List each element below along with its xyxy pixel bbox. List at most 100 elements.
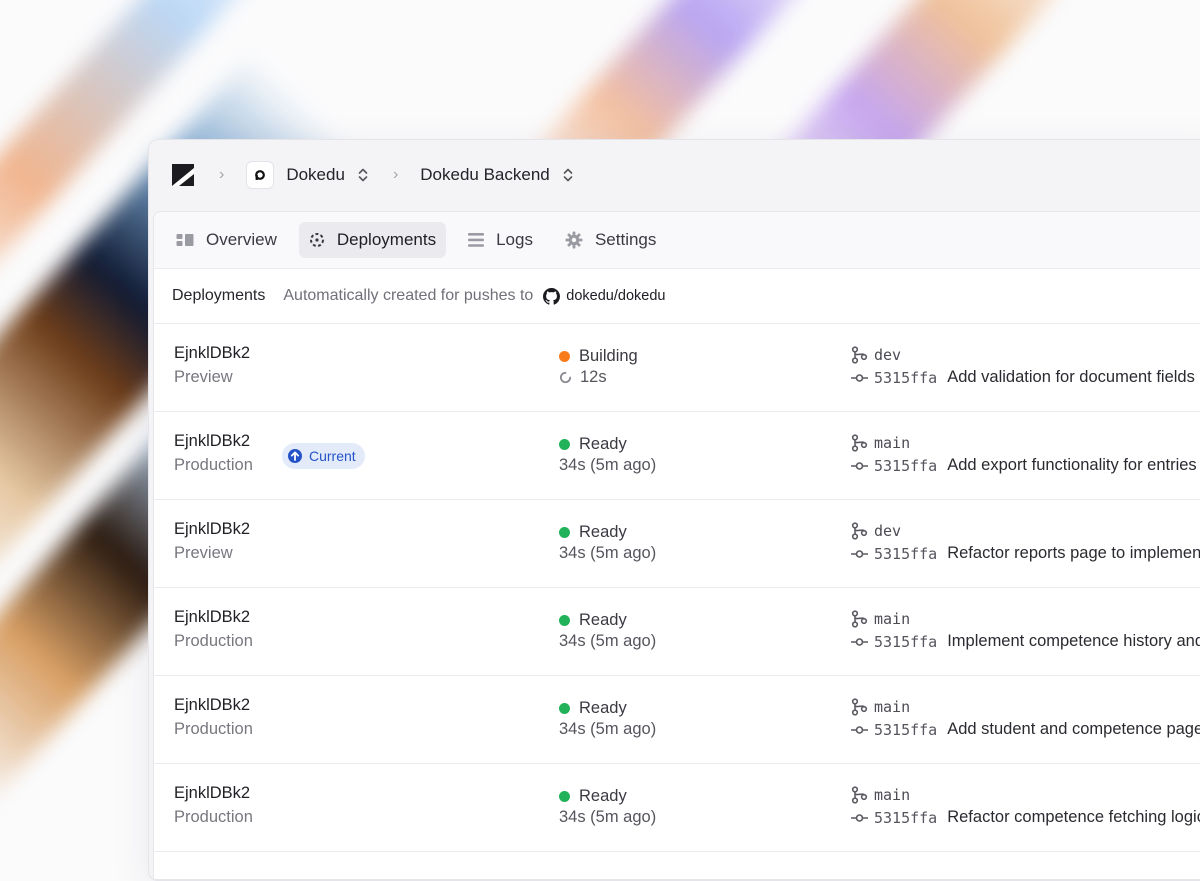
branch-name[interactable]: dev	[874, 346, 901, 364]
tab-logs[interactable]: Logs	[458, 222, 543, 258]
duration: 34s (5m ago)	[559, 632, 657, 650]
commit-message: Refactor competence fetching logic	[947, 808, 1200, 826]
deployment-status: Ready 34s (5m ago)	[559, 608, 656, 651]
chevron-right-icon: ›	[219, 166, 225, 183]
commit-sha[interactable]: 5315ffa	[874, 369, 937, 387]
branch-name[interactable]: dev	[874, 522, 901, 540]
tab-deployments[interactable]: Deployments	[298, 222, 447, 258]
project-selector[interactable]: Dokedu Backend	[420, 165, 549, 185]
git-branch-icon	[851, 346, 868, 364]
chevron-right-icon: ›	[392, 166, 399, 183]
deployment-status: Ready 34s (5m ago)	[559, 520, 656, 563]
tab-label: Overview	[206, 230, 277, 249]
tab-label: Settings	[594, 230, 657, 249]
deployments-header: Deployments Automatically created for pu…	[154, 269, 1200, 324]
commit-message: Add validation for document fields	[947, 368, 1195, 386]
git-commit-icon	[851, 725, 868, 734]
deployment-status: Ready 34s (5m ago)	[559, 784, 656, 827]
branch-name[interactable]: main	[874, 434, 910, 452]
tab-settings[interactable]: Settings	[555, 222, 666, 258]
deployment-id[interactable]: EjnklDBk2	[174, 608, 253, 632]
status-line: Ready	[559, 520, 656, 544]
commit-sha[interactable]: 5315ffa	[874, 545, 937, 563]
status-label: Ready	[579, 610, 627, 629]
duration: 34s (5m ago)	[559, 720, 657, 738]
branch-line: main	[851, 694, 1200, 720]
deployment-info: EjnklDBk2 Preview	[174, 344, 250, 387]
git-branch-icon	[851, 610, 868, 628]
chevron-up-down-icon[interactable]	[562, 167, 574, 183]
tab-overview[interactable]: Overview	[166, 222, 287, 258]
git-commit-icon	[851, 461, 868, 470]
repo-link[interactable]: dokedu/dokedu	[543, 287, 666, 305]
commit-sha[interactable]: 5315ffa	[874, 721, 937, 739]
commit-sha[interactable]: 5315ffa	[874, 809, 937, 827]
branch-name[interactable]: main	[874, 698, 910, 716]
team-logo-icon	[255, 170, 266, 180]
duration-line: 34s (5m ago)	[559, 456, 656, 475]
deployment-row[interactable]: EjnklDBk2 Production Ready 34s (5m ago)	[154, 588, 1200, 676]
team-selector[interactable]: Dokedu	[286, 165, 345, 185]
app-window: › Dokedu › Dokedu Backend Overview Deplo…	[148, 139, 1200, 881]
deployment-environment: Preview	[174, 368, 233, 386]
git-commit-icon	[851, 813, 868, 822]
badge-label: Current	[309, 448, 356, 464]
branch-line: dev	[851, 342, 1195, 368]
deployment-id[interactable]: EjnklDBk2	[174, 696, 253, 720]
deployment-source: main 5315ffa Add export functionality fo…	[851, 430, 1197, 475]
duration: 34s (5m ago)	[559, 808, 657, 826]
status-dot	[559, 702, 570, 714]
deployment-row[interactable]: EjnklDBk2 Preview Ready 34s (5m ago) dev…	[154, 500, 1200, 588]
app-logo-icon[interactable]	[171, 163, 195, 187]
status-label: Ready	[579, 522, 627, 541]
deployment-status: Ready 34s (5m ago)	[559, 696, 656, 739]
branch-name[interactable]: main	[874, 610, 910, 628]
branch-line: main	[851, 782, 1200, 808]
team-avatar	[246, 161, 275, 189]
github-icon	[543, 287, 561, 305]
status-dot	[559, 614, 570, 626]
deployment-info: EjnklDBk2 Preview	[174, 520, 250, 563]
branch-line: main	[851, 430, 1197, 456]
deployment-status: Building 12s	[559, 344, 638, 387]
deployment-row[interactable]: EjnklDBk2 Production Ready 34s (5m ago)	[154, 676, 1200, 764]
deployment-id[interactable]: EjnklDBk2	[174, 432, 253, 456]
deployment-row[interactable]: EjnklDBk2 Production Current Ready 34s (…	[154, 412, 1200, 500]
git-branch-icon	[851, 522, 868, 540]
deployment-id[interactable]: EjnklDBk2	[174, 520, 250, 544]
commit-sha[interactable]: 5315ffa	[874, 633, 937, 651]
deployment-info: EjnklDBk2 Production	[174, 432, 253, 475]
logs-icon	[468, 233, 485, 247]
commit-message: Refactor reports page to implement	[947, 544, 1200, 562]
status-label: Building	[579, 346, 638, 365]
deployments-icon	[309, 233, 324, 247]
git-branch-icon	[851, 434, 868, 452]
deployment-source: dev 5315ffa Refactor reports page to imp…	[851, 518, 1200, 563]
deployment-row[interactable]: EjnklDBk2 Production Ready 34s (5m ago)	[154, 764, 1200, 852]
repo-name: dokedu/dokedu	[566, 288, 666, 304]
gear-icon	[565, 231, 583, 249]
branch-name[interactable]: main	[874, 786, 910, 804]
status-dot	[559, 438, 570, 450]
chevron-up-down-icon[interactable]	[357, 167, 369, 183]
status-label: Ready	[579, 786, 627, 805]
status-label: Ready	[579, 698, 627, 717]
git-branch-icon	[851, 786, 868, 804]
commit-sha[interactable]: 5315ffa	[874, 457, 937, 475]
git-commit-icon	[851, 549, 868, 558]
commit-message: Implement competence history and	[947, 632, 1200, 650]
commit-message: Add student and competence pages	[947, 720, 1200, 738]
deployment-environment: Production	[174, 632, 253, 650]
overview-icon	[176, 234, 194, 246]
git-commit-icon	[851, 373, 868, 382]
commit-line: 5315ffa Refactor competence fetching log…	[851, 808, 1200, 827]
duration-line: 34s (5m ago)	[559, 544, 656, 563]
tab-label: Deployments	[336, 230, 437, 249]
duration: 12s	[580, 368, 607, 386]
git-branch-icon	[851, 698, 868, 716]
section-title: Deployments	[172, 287, 266, 304]
status-label: Ready	[579, 434, 627, 453]
deployment-id[interactable]: EjnklDBk2	[174, 344, 250, 368]
deployment-row[interactable]: EjnklDBk2 Preview Building 12s dev 5315f…	[154, 324, 1200, 412]
deployment-id[interactable]: EjnklDBk2	[174, 784, 253, 808]
